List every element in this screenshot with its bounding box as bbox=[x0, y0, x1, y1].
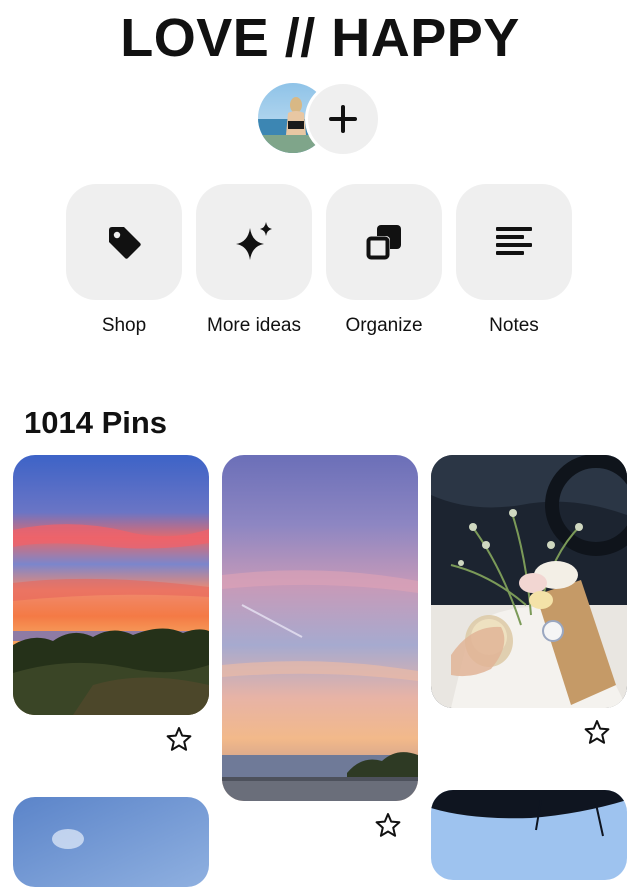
notes-label: Notes bbox=[489, 315, 539, 336]
more-ideas-button[interactable]: More ideas bbox=[195, 184, 313, 344]
pin-image-blue-sky[interactable] bbox=[13, 797, 209, 887]
star-icon[interactable] bbox=[166, 726, 192, 752]
pins-count: 1014 Pins bbox=[24, 405, 168, 440]
organize-label: Organize bbox=[345, 315, 423, 336]
add-collaborator-button[interactable] bbox=[305, 81, 381, 157]
notes-button[interactable]: Notes bbox=[455, 184, 573, 344]
plus-icon bbox=[329, 105, 357, 133]
shop-button[interactable]: Shop bbox=[65, 184, 183, 344]
sparkle-icon bbox=[236, 222, 272, 260]
more-ideas-label: More ideas bbox=[207, 315, 301, 336]
pin-image-sunset[interactable] bbox=[13, 455, 209, 715]
pin-image-pastel-sky[interactable] bbox=[222, 455, 418, 801]
more-ideas-tile[interactable] bbox=[196, 184, 312, 300]
shop-tile[interactable] bbox=[66, 184, 182, 300]
organize-button[interactable]: Organize bbox=[325, 184, 443, 344]
organize-icon bbox=[366, 225, 401, 260]
star-icon[interactable] bbox=[375, 812, 401, 838]
organize-tile[interactable] bbox=[326, 184, 442, 300]
collaborators bbox=[258, 81, 381, 157]
star-icon[interactable] bbox=[584, 719, 610, 745]
tag-icon bbox=[109, 227, 141, 259]
pin-image-flowers-car[interactable] bbox=[431, 455, 627, 708]
shop-label: Shop bbox=[101, 315, 147, 336]
notes-icon bbox=[496, 227, 532, 255]
board-actions: Shop More ideas Organize Notes bbox=[0, 184, 640, 344]
board-title: LOVE // HAPPY bbox=[120, 8, 520, 68]
notes-tile[interactable] bbox=[456, 184, 572, 300]
pin-image-umbrella-sky[interactable] bbox=[431, 790, 627, 880]
